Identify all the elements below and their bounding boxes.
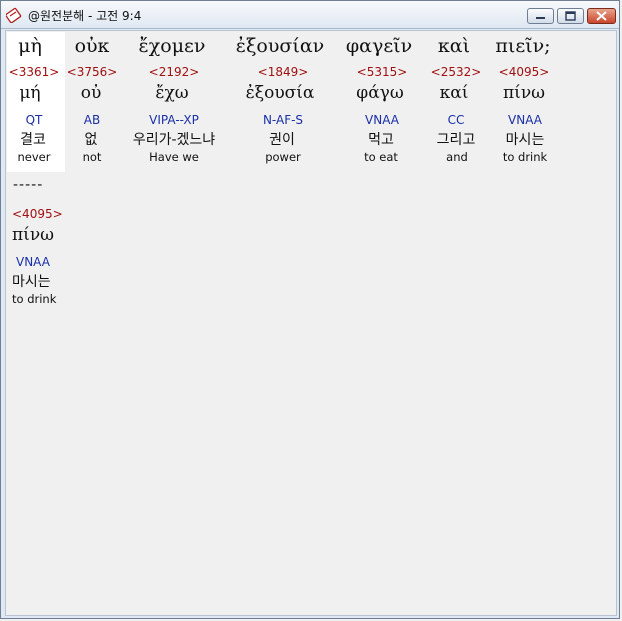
lemma-word: πίνω — [12, 225, 55, 245]
lemma-word: καί — [439, 83, 469, 103]
parse-code: VNAA — [16, 255, 50, 269]
minimize-icon — [536, 17, 545, 19]
lemma-word: μή — [19, 83, 41, 103]
strong-number: <5315> — [356, 65, 408, 79]
korean-gloss: 먹고 — [368, 132, 394, 148]
english-gloss: to drink — [12, 292, 57, 306]
english-gloss: Have we — [149, 150, 199, 164]
title-bar[interactable]: @원전분해 - 고전 9:4 — [1, 1, 619, 29]
parse-code: N-AF-S — [262, 113, 304, 127]
strong-number: <2192> — [148, 65, 200, 79]
lemma-word: οὐ — [80, 83, 102, 103]
english-gloss: to eat — [364, 150, 398, 164]
greek-word: φαγεῖν — [345, 35, 413, 57]
greek-word: πιεῖν; — [495, 35, 551, 57]
greek-word: ἐξουσίαν — [235, 35, 325, 57]
korean-gloss: 마시는 — [12, 274, 51, 290]
strong-number: <3361> — [8, 65, 60, 79]
greek-word: ἔχομεν — [138, 35, 206, 57]
english-gloss: and — [446, 150, 468, 164]
korean-gloss: 권이 — [269, 132, 295, 148]
analysis-pane[interactable]: μὴ <3361> μή QT 결코 never οὐκ <3756> οὐ A… — [5, 30, 617, 616]
korean-gloss: 우리가-겠느냐 — [132, 132, 216, 148]
maximize-button[interactable] — [557, 8, 584, 24]
maximize-icon — [565, 11, 576, 21]
window-title: @원전분해 - 고전 9:4 — [28, 9, 142, 23]
verse-separator: ----- — [13, 177, 44, 193]
parse-code: VNAA — [508, 113, 542, 127]
lemma-word: ἔχω — [155, 83, 189, 103]
app-logo-icon — [6, 7, 22, 23]
lemma-word: ἐξουσία — [245, 83, 315, 103]
strong-number: <2532> — [430, 65, 482, 79]
parse-code: QT — [25, 113, 43, 127]
parse-code: AB — [83, 113, 101, 127]
strong-number: <3756> — [66, 65, 118, 79]
english-gloss: not — [82, 150, 102, 164]
lemma-word: φάγω — [356, 83, 404, 103]
parse-code: CC — [447, 113, 465, 127]
strong-number: <4095> — [12, 207, 63, 221]
app-window: @원전분해 - 고전 9:4 μὴ <3361> μή QT 결코 never … — [0, 0, 620, 619]
korean-gloss: 그리고 — [436, 132, 476, 148]
greek-word: καὶ — [437, 35, 471, 57]
close-button[interactable] — [587, 8, 616, 24]
korean-gloss: 결코 — [20, 132, 46, 148]
minimize-button[interactable] — [527, 8, 554, 24]
strong-number: <1849> — [257, 65, 309, 79]
korean-gloss: 마시는 — [505, 132, 545, 148]
english-gloss: power — [265, 150, 301, 164]
lemma-word: πίνω — [502, 83, 546, 103]
english-gloss: never — [17, 150, 51, 164]
close-icon — [596, 11, 607, 21]
korean-gloss: 없 — [84, 132, 98, 148]
english-gloss: to drink — [502, 150, 548, 164]
strong-number: <4095> — [498, 65, 550, 79]
parse-code: VIPA--XP — [149, 113, 199, 127]
greek-word: οὐκ — [74, 35, 110, 57]
parse-code: VNAA — [365, 113, 399, 127]
greek-word: μὴ — [18, 35, 42, 57]
